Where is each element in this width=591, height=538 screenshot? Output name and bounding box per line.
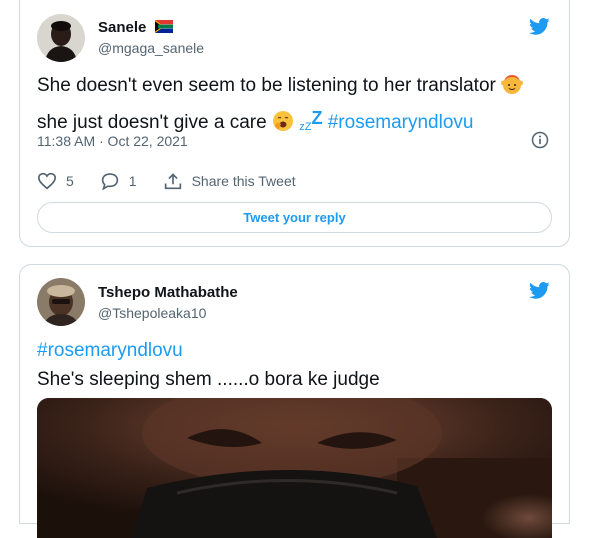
like-button[interactable]: 5	[37, 172, 74, 190]
reply-bubble-icon	[101, 173, 118, 190]
tweet-text: #rosemaryndlovu She's sleeping shem ....…	[37, 340, 380, 390]
zzz-large: Z	[311, 108, 323, 128]
reply-count: 1	[128, 173, 137, 189]
tweet-actions: 5 1 Share this Tweet	[37, 172, 322, 190]
twitter-bird-icon[interactable]	[527, 16, 552, 37]
tweet-your-reply-button[interactable]: Tweet your reply	[37, 202, 552, 233]
tweet-card-tshepo[interactable]: Tshepo Mathabathe @Tshepoleaka10 #rosema…	[19, 264, 570, 538]
author-handle[interactable]: @Tshepoleaka10	[98, 305, 206, 321]
info-icon[interactable]	[530, 130, 550, 150]
tweet-text: She doesn't even seem to be listening to…	[37, 71, 524, 142]
author-name[interactable]: Tshepo Mathabathe	[98, 284, 238, 301]
tweet-card-sanele[interactable]: Sanele @mgaga_sanele She doesn't even se…	[19, 0, 570, 247]
twitter-bird-icon[interactable]	[527, 280, 552, 301]
person-gesturing-ok-icon	[501, 73, 524, 104]
share-label: Share this Tweet	[191, 173, 296, 189]
like-count: 5	[66, 173, 74, 189]
hashtag-link[interactable]: #rosemaryndlovu	[37, 340, 183, 361]
yawning-face-icon	[272, 110, 294, 141]
courtroom-photo-image	[37, 398, 552, 538]
heart-icon	[37, 172, 57, 190]
tweet-timestamp[interactable]: 11:38 AM · Oct 22, 2021	[37, 133, 188, 149]
share-icon	[164, 173, 181, 190]
author-name[interactable]: Sanele	[98, 19, 173, 37]
hashtag-link[interactable]: #rosemaryndlovu	[328, 112, 474, 133]
avatar-tshepo[interactable]	[37, 278, 85, 326]
zzz-small: zZ	[299, 121, 312, 133]
south-africa-flag-icon	[154, 20, 173, 37]
tweet-photo[interactable]	[37, 398, 552, 538]
reply-count-button[interactable]: 1	[100, 172, 137, 190]
share-button[interactable]: Share this Tweet	[163, 172, 296, 190]
avatar-sanele[interactable]	[37, 14, 85, 62]
author-handle[interactable]: @mgaga_sanele	[98, 40, 204, 56]
